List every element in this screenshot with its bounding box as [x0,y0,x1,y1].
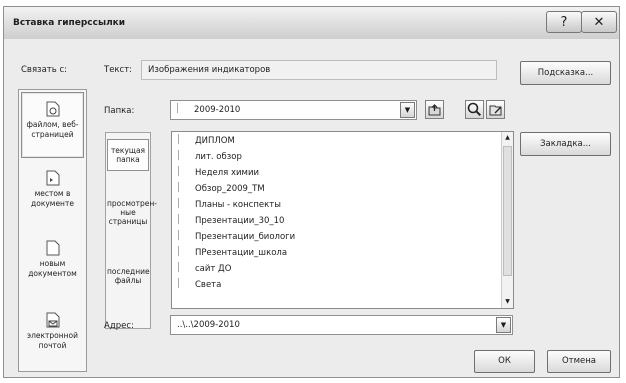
look-in-recent-line1: последние [107,267,150,276]
file-item-label: Презентации_биологи [195,232,296,242]
ok-button[interactable]: ОК [474,350,535,373]
folder-label: Папка: [104,106,135,116]
folder-tree-line-icon [177,103,186,113]
file-item[interactable]: ДИПЛОМ [178,134,235,149]
look-in-bar: текущая папка просмотрен- ные страницы п… [105,132,157,329]
look-in-browsed-line3: страницы [108,217,148,226]
file-item-label: Презентации_30_10 [195,216,285,226]
text-field[interactable]: Изображения индикаторов [141,60,497,80]
scrollbar-thumb[interactable] [503,146,512,276]
look-in-current-line1: текущая [110,146,146,155]
address-value: ..\..\2009-2010 [177,320,240,330]
look-in-browsed-line2: ные [120,208,136,217]
file-item-label: ПРезентации_школа [195,248,288,258]
file-item-label: Неделя химии [195,168,259,178]
link-to-label: Связать с: [21,65,67,75]
folder-select[interactable]: 2009-2010 ▼ [170,100,417,120]
link-option-place-line2: документе [31,199,74,208]
scroll-down-icon[interactable]: ▼ [502,296,513,308]
link-option-file-web[interactable]: файлом, веб- страницей [21,92,84,158]
folder-icon [178,182,187,192]
file-list-scrollbar[interactable]: ▲ ▼ [501,132,513,308]
file-item-label: ДИПЛОМ [195,136,235,146]
file-item-label: Обзор_2009_ТМ [195,184,265,194]
link-option-file-web-line2: страницей [31,130,74,139]
address-label: Адрес: [104,321,134,331]
file-item-label: сайт ДО [195,264,232,274]
help-button[interactable]: ? [546,11,582,33]
link-option-email-line2: почтой [38,341,67,350]
address-input[interactable]: ..\..\2009-2010 ▼ [170,315,513,335]
hint-button[interactable]: Подсказка... [520,61,611,85]
email-icon [46,312,59,328]
chevron-down-icon[interactable]: ▼ [400,102,415,118]
file-item[interactable]: Обзор_2009_ТМ [178,182,265,197]
link-to-bar: файлом, веб- страницей местом в документ… [18,89,87,372]
folder-up-icon [428,104,441,116]
link-option-email[interactable]: электронной почтой [21,312,84,368]
link-option-place-line1: местом в [34,189,71,198]
folder-icon [178,166,187,176]
link-option-new-line2: документом [28,269,77,278]
title-bar: Вставка гиперссылки ? ✕ [4,7,619,39]
folder-icon [178,214,187,224]
browse-web-icon [467,102,482,117]
file-item[interactable]: Неделя химии [178,166,259,181]
folder-icon [178,262,187,272]
look-in-current-line2: папка [116,155,140,164]
folder-icon [178,198,187,208]
look-in-browsed-pages[interactable]: просмотрен- ные страницы [107,199,157,226]
browse-file-button[interactable] [486,100,505,119]
folder-icon [178,278,187,288]
look-in-recent-line2: файлы [114,276,142,285]
link-option-file-web-line1: файлом, веб- [26,120,79,129]
file-item-label: Света [195,280,222,290]
file-item-label: Планы - конспекты [195,200,281,210]
folder-icon [178,246,187,256]
file-item[interactable]: Презентации_30_10 [178,214,284,229]
folder-icon [178,150,187,160]
link-option-place-in-document[interactable]: местом в документе [21,170,84,230]
file-item[interactable]: сайт ДО [178,262,231,277]
folder-icon [178,230,187,240]
insert-hyperlink-dialog: Вставка гиперссылки ? ✕ Связать с: файло… [3,6,620,378]
close-button[interactable]: ✕ [581,11,617,33]
file-item-label: лит. обзор [195,152,242,162]
look-in-current-folder[interactable]: текущая папка [107,139,149,171]
cancel-button[interactable]: Отмена [547,350,611,373]
bookmark-button[interactable]: Закладка... [520,132,611,156]
link-option-new-document[interactable]: новым документом [21,240,84,300]
file-item[interactable]: ПРезентации_школа [178,246,287,261]
document-place-icon [46,170,59,186]
folder-up-button[interactable] [425,100,444,119]
file-item[interactable]: Света [178,278,221,293]
folder-select-value: 2009-2010 [194,105,241,115]
folder-icon [178,134,187,144]
file-item[interactable]: Планы - конспекты [178,198,281,213]
new-document-icon [46,240,59,256]
link-option-email-line1: электронной [26,331,79,340]
link-option-new-line1: новым [39,259,66,268]
dialog-title: Вставка гиперссылки [13,18,126,28]
file-item[interactable]: лит. обзор [178,150,242,165]
scroll-up-icon[interactable]: ▲ [502,132,513,144]
browse-file-icon [489,105,502,116]
browse-web-button[interactable] [465,100,484,119]
file-list[interactable]: ДИПЛОМ лит. обзор Неделя химии Обзор_200… [171,131,514,309]
file-item[interactable]: Презентации_биологи [178,230,295,245]
text-label: Текст: [104,65,133,75]
address-dropdown-icon[interactable]: ▼ [496,317,511,333]
look-in-recent-files[interactable]: последние файлы [107,267,150,285]
look-in-browsed-line1: просмотрен- [107,199,157,208]
file-web-icon [46,101,59,117]
